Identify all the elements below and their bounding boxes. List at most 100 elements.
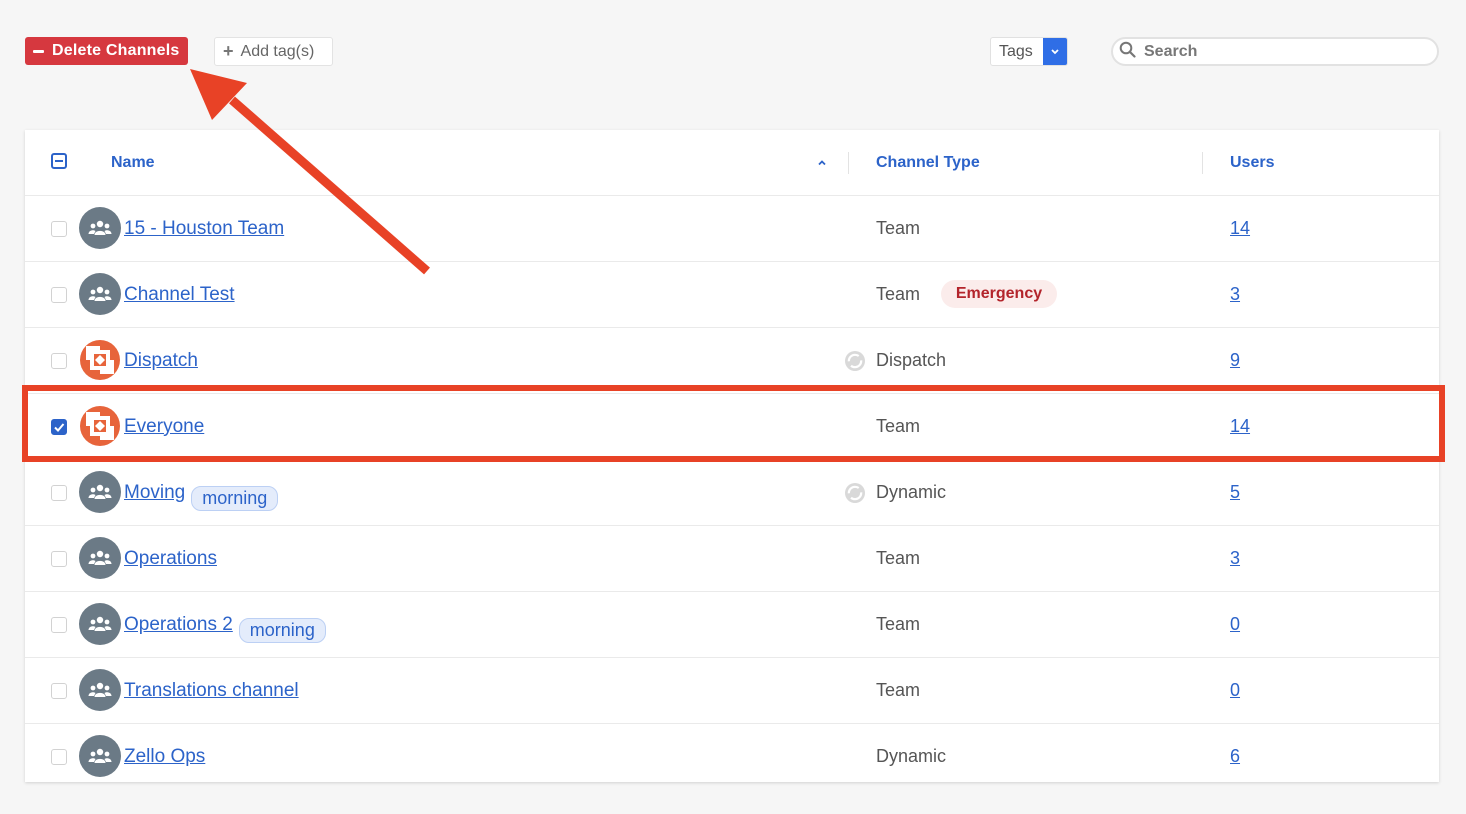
select-all-checkbox[interactable] (51, 153, 67, 169)
header-users[interactable]: Users (1230, 130, 1274, 195)
channel-type: Dispatch (876, 350, 947, 370)
users-count-link[interactable]: 5 (1230, 482, 1240, 503)
channel-name-cell: 15 - Houston Team (124, 196, 284, 261)
row-checkbox[interactable] (51, 749, 67, 765)
channel-name-cell: Zello Ops (124, 724, 205, 789)
table-header: Name Channel Type Users (25, 130, 1439, 196)
group-icon (79, 273, 121, 315)
channel-name-link[interactable]: Everyone (124, 416, 204, 438)
table-row[interactable]: Channel Test Team 3 Emergency (25, 262, 1439, 328)
table-body: 15 - Houston Team Team 14 Channel Test T… (25, 196, 1439, 789)
users-count-link[interactable]: 14 (1230, 416, 1250, 437)
tags-dropdown[interactable]: Tags (990, 37, 1068, 66)
channel-name-cell: Translations channel (124, 658, 299, 723)
channel-type: Team (876, 614, 921, 634)
tags-label: Tags (999, 42, 1033, 60)
delete-channels-label: Delete Channels (52, 42, 180, 59)
users-cell: 9 (1230, 328, 1240, 393)
users-cell: 14 (1230, 196, 1250, 261)
table-row[interactable]: Moving morning Dynamic 5 (25, 460, 1439, 526)
search-input[interactable] (1142, 41, 1426, 62)
channel-name-link[interactable]: 15 - Houston Team (124, 218, 284, 240)
table-row[interactable]: Translations channel Team 0 (25, 658, 1439, 724)
emergency-badge: Emergency (941, 280, 1057, 308)
header-name[interactable]: Name (111, 130, 155, 195)
channel-name-cell: Moving morning (124, 460, 279, 525)
channel-type: Team (876, 416, 921, 436)
column-divider (848, 152, 849, 174)
table-row[interactable]: Zello Ops Dynamic 6 (25, 724, 1439, 789)
row-checkbox[interactable] (51, 683, 67, 699)
users-cell: 0 (1230, 658, 1240, 723)
table-row[interactable]: Operations 2 morning Team 0 (25, 592, 1439, 658)
group-icon (79, 735, 121, 777)
row-checkbox[interactable] (51, 419, 67, 435)
users-count-link[interactable]: 0 (1230, 614, 1240, 635)
column-divider (1202, 152, 1203, 174)
row-checkbox[interactable] (51, 485, 67, 501)
channel-name-link[interactable]: Operations (124, 548, 217, 570)
channel-name-link[interactable]: Dispatch (124, 350, 198, 372)
users-count-link[interactable]: 0 (1230, 680, 1240, 701)
add-tag-button[interactable]: + Add tag(s) (214, 37, 333, 66)
users-cell: 14 (1230, 394, 1250, 459)
group-icon (79, 471, 121, 513)
channel-name-cell: Operations (124, 526, 217, 591)
channel-name-link[interactable]: Channel Test (124, 284, 235, 306)
users-count-link[interactable]: 14 (1230, 218, 1250, 239)
channel-type: Team (876, 284, 921, 304)
toolbar: Delete Channels + Add tag(s) Tags (0, 0, 1466, 100)
channel-name-link[interactable]: Operations 2 (124, 614, 233, 636)
users-cell: 6 (1230, 724, 1240, 789)
group-icon (79, 537, 121, 579)
users-cell: 0 (1230, 592, 1240, 657)
add-tag-label: Add tag(s) (240, 42, 315, 60)
row-checkbox[interactable] (51, 617, 67, 633)
channel-type: Team (876, 548, 921, 568)
users-cell: 3 (1230, 262, 1240, 327)
tag-chip[interactable]: morning (191, 486, 279, 511)
channel-type: Dynamic (876, 482, 947, 502)
channel-name-cell: Operations 2 morning (124, 592, 326, 657)
row-checkbox[interactable] (51, 287, 67, 303)
users-count-link[interactable]: 9 (1230, 350, 1240, 371)
users-cell: 5 (1230, 460, 1240, 525)
users-count-link[interactable]: 3 (1230, 284, 1240, 305)
channel-name-cell: Channel Test (124, 262, 235, 327)
group-icon (79, 669, 121, 711)
channel-name-link[interactable]: Zello Ops (124, 746, 205, 768)
users-count-link[interactable]: 3 (1230, 548, 1240, 569)
group-icon (79, 603, 121, 645)
channel-type: Team (876, 680, 921, 700)
channel-name-link[interactable]: Translations channel (124, 680, 299, 702)
plus-icon: + (223, 41, 234, 61)
sync-icon (844, 350, 866, 377)
zello-logo-icon (79, 405, 121, 447)
zello-logo-icon (79, 339, 121, 381)
table-row[interactable]: Operations Team 3 (25, 526, 1439, 592)
table-row[interactable]: Dispatch Dispatch 9 (25, 328, 1439, 394)
checkmark-icon (54, 423, 65, 432)
row-checkbox[interactable] (51, 221, 67, 237)
channel-name-cell: Everyone (124, 394, 204, 459)
channel-name-cell: Dispatch (124, 328, 198, 393)
row-checkbox[interactable] (51, 353, 67, 369)
sync-icon (844, 482, 866, 509)
table-row[interactable]: Everyone Team 14 (25, 394, 1439, 460)
users-cell: 3 (1230, 526, 1240, 591)
row-checkbox[interactable] (51, 551, 67, 567)
tag-chip[interactable]: morning (238, 618, 326, 643)
sort-ascending-icon[interactable] (817, 130, 827, 195)
group-icon (79, 207, 121, 249)
channel-type: Dynamic (876, 746, 947, 766)
users-count-link[interactable]: 6 (1230, 746, 1240, 767)
search-icon (1119, 41, 1136, 63)
channel-type: Team (876, 218, 921, 238)
delete-channels-button[interactable]: Delete Channels (25, 37, 188, 65)
minus-icon (33, 49, 44, 53)
header-channel-type[interactable]: Channel Type (876, 130, 980, 195)
channel-name-link[interactable]: Moving (124, 482, 185, 504)
chevron-down-icon[interactable] (1043, 38, 1067, 65)
table-row[interactable]: 15 - Houston Team Team 14 (25, 196, 1439, 262)
search-box (1111, 37, 1439, 66)
